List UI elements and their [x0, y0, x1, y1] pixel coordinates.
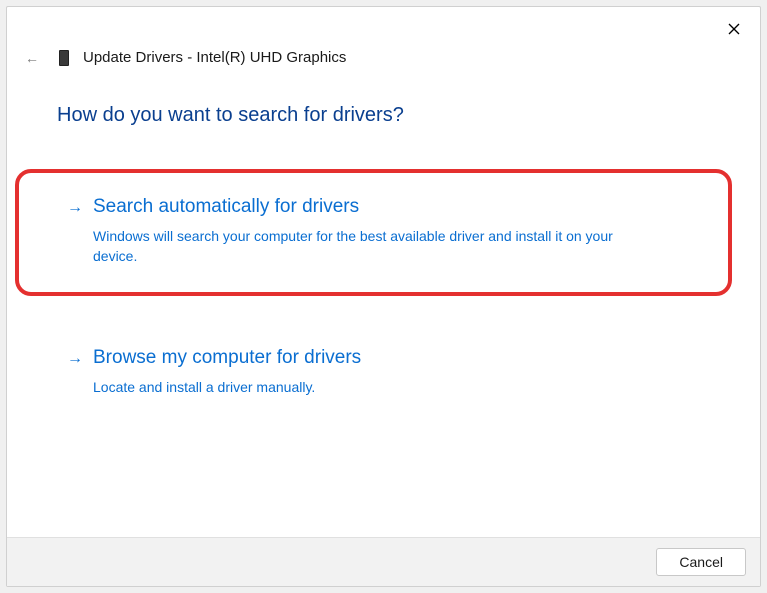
device-icon: [59, 50, 69, 66]
close-button[interactable]: [722, 17, 746, 41]
dialog-footer: Cancel: [7, 537, 760, 586]
back-arrow-icon[interactable]: ←: [25, 50, 39, 66]
option-title: Browse my computer for drivers: [93, 346, 692, 371]
dialog-title: Update Drivers - Intel(R) UHD Graphics: [83, 49, 346, 66]
option-browse-computer[interactable]: → Browse my computer for drivers Locate …: [57, 332, 710, 415]
dialog-content: How do you want to search for drivers? →…: [7, 76, 760, 537]
dialog-header: ← Update Drivers - Intel(R) UHD Graphics: [7, 7, 760, 76]
option-search-automatically[interactable]: → Search automatically for drivers Windo…: [15, 169, 732, 296]
update-drivers-dialog: ← Update Drivers - Intel(R) UHD Graphics…: [6, 6, 761, 587]
arrow-right-icon: →: [67, 199, 81, 217]
option-description: Windows will search your computer for th…: [93, 226, 653, 267]
option-description: Locate and install a driver manually.: [93, 377, 653, 397]
close-icon: [728, 23, 740, 35]
page-heading: How do you want to search for drivers?: [57, 104, 710, 127]
option-title: Search automatically for drivers: [93, 195, 698, 220]
arrow-right-icon: →: [67, 350, 81, 368]
cancel-button[interactable]: Cancel: [656, 548, 746, 576]
